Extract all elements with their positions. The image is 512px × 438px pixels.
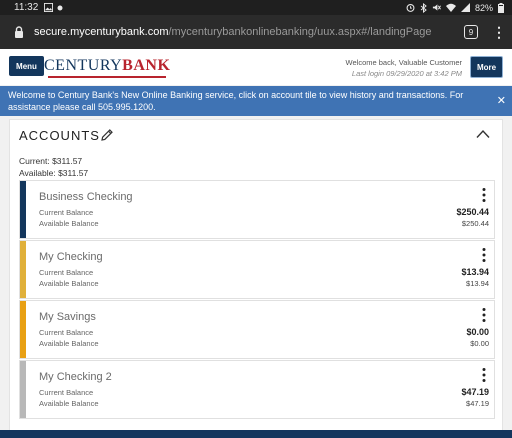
current-balance-label: Current Balance	[39, 328, 94, 337]
available-balance-value: $0.00	[470, 339, 489, 348]
status-bar: 11:32 82%	[0, 0, 512, 15]
account-tile-my-checking[interactable]: My Checking Current Balance Available Ba…	[19, 240, 495, 299]
url-path: /mycenturybankonlinebanking/uux.aspx#/la…	[168, 26, 432, 38]
banner-close-icon[interactable]: ✕	[497, 95, 506, 107]
current-balance-label: Current Balance	[39, 388, 94, 397]
available-balance-value: $250.44	[461, 219, 489, 228]
browser-address-bar[interactable]: secure.mycenturybank.com/mycenturybankon…	[0, 15, 512, 49]
lock-icon	[15, 26, 23, 38]
site-header: Menu CENTURYBANK Welcome back, Valuable …	[0, 49, 512, 85]
status-time: 11:32	[14, 2, 39, 13]
account-name: My Checking 2	[39, 371, 112, 383]
image-icon	[44, 3, 54, 12]
signal-icon	[460, 3, 470, 12]
kebab-menu-icon[interactable]	[480, 367, 488, 383]
welcome-text: Welcome back, Valuable Customer	[345, 58, 462, 67]
menu-button[interactable]: Menu	[9, 56, 44, 76]
welcome-banner: Welcome to Century Bank's New Online Ban…	[0, 86, 512, 116]
kebab-menu-icon[interactable]	[480, 187, 488, 203]
available-balance-label: Available Balance	[39, 339, 99, 348]
wifi-icon	[445, 3, 456, 12]
mute-icon	[432, 4, 441, 11]
logo-underline	[48, 76, 166, 78]
footer-bar	[0, 430, 512, 438]
current-balance-value: $47.19	[461, 387, 489, 397]
account-tile-my-checking-2[interactable]: My Checking 2 Current Balance Available …	[19, 360, 495, 419]
current-balance-label: Current Balance	[39, 268, 94, 277]
url-text[interactable]: secure.mycenturybank.com/mycenturybankon…	[34, 26, 456, 38]
accounts-title: ACCOUNTS	[19, 128, 100, 143]
account-color-bar	[20, 361, 26, 418]
browser-menu-icon[interactable]: ⋮	[492, 24, 506, 41]
century-bank-logo[interactable]: CENTURYBANK	[44, 56, 170, 76]
available-balance-value: $13.94	[466, 279, 489, 288]
account-color-bar	[20, 241, 26, 298]
account-color-bar	[20, 181, 26, 238]
tab-switcher-button[interactable]: 9	[464, 25, 478, 39]
pencil-icon[interactable]	[100, 128, 114, 142]
banner-text: Welcome to Century Bank's New Online Ban…	[8, 90, 464, 112]
account-name: My Savings	[39, 311, 96, 323]
bluetooth-icon	[420, 2, 427, 13]
more-button[interactable]: More	[470, 56, 503, 78]
kebab-menu-icon[interactable]	[480, 247, 488, 263]
account-name: My Checking	[39, 251, 103, 263]
current-balance-value: $0.00	[466, 327, 489, 337]
available-balance-label: Available Balance	[39, 399, 99, 408]
available-balance-label: Available Balance	[39, 279, 99, 288]
current-balance-value: $13.94	[461, 267, 489, 277]
last-login-text: Last login 09/29/2020 at 3:42 PM	[351, 69, 462, 78]
alarm-icon	[406, 3, 415, 12]
account-tile-my-savings[interactable]: My Savings Current Balance Available Bal…	[19, 300, 495, 359]
account-name: Business Checking	[39, 191, 133, 203]
available-balance-label: Available Balance	[39, 219, 99, 228]
accounts-panel: ACCOUNTS Current: $311.57 Available: $31…	[9, 119, 503, 438]
chevron-up-icon[interactable]	[476, 129, 490, 139]
battery-percent: 82%	[474, 2, 493, 13]
more-notifications-icon	[57, 5, 63, 10]
account-color-bar	[20, 301, 26, 358]
current-balance-label: Current Balance	[39, 208, 94, 217]
url-domain: secure.mycenturybank.com	[34, 26, 169, 38]
current-balance-value: $250.44	[456, 207, 489, 217]
available-balance-value: $47.19	[466, 399, 489, 408]
account-tile-business-checking[interactable]: Business Checking Current Balance Availa…	[19, 180, 495, 239]
banking-page: Menu CENTURYBANK Welcome back, Valuable …	[0, 49, 512, 438]
battery-icon	[498, 2, 504, 13]
welcome-message: Welcome back, Valuable Customer Last log…	[346, 57, 462, 79]
current-total: Current: $311.57	[19, 156, 83, 166]
available-total: Available: $311.57	[19, 168, 89, 178]
kebab-menu-icon[interactable]	[480, 307, 488, 323]
